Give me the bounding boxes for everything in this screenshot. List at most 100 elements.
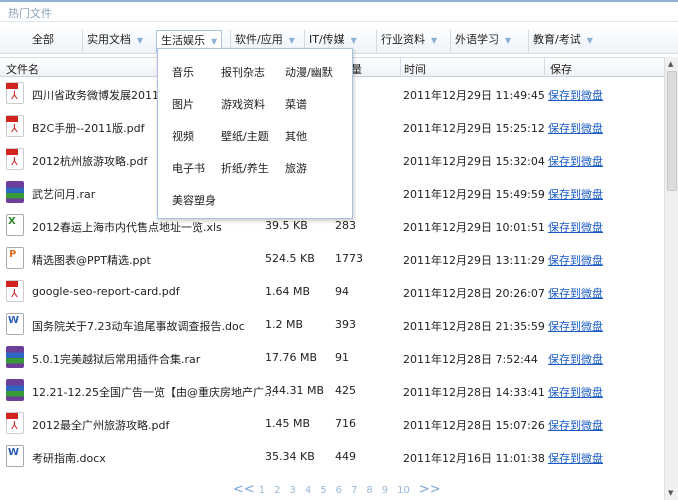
dropdown-item[interactable]: 动漫/幽默: [285, 64, 333, 80]
file-name[interactable]: 5.0.1完美越狱后常用插件合集.rar: [32, 351, 200, 367]
page-link[interactable]: 8: [366, 485, 372, 496]
save-to-weipan-link[interactable]: 保存到微盘: [548, 450, 603, 466]
save-to-weipan-link[interactable]: 保存到微盘: [548, 384, 603, 400]
file-name[interactable]: 2012最全广州旅游攻略.pdf: [32, 417, 169, 433]
panel-title: 热门文件: [0, 0, 678, 22]
page-link[interactable]: 2: [274, 485, 280, 496]
page-link[interactable]: 1: [259, 485, 265, 496]
page-link[interactable]: 4: [305, 485, 311, 496]
save-to-weipan-link[interactable]: 保存到微盘: [548, 120, 603, 136]
save-to-weipan-link[interactable]: 保存到微盘: [548, 219, 603, 235]
rar-file-icon: [6, 346, 24, 368]
file-name[interactable]: B2C手册--2011版.pdf: [32, 120, 145, 136]
header-time[interactable]: 时间: [404, 61, 426, 77]
save-to-weipan-link[interactable]: 保存到微盘: [548, 351, 603, 367]
file-name[interactable]: google-seo-report-card.pdf: [32, 285, 180, 298]
page-link[interactable]: 6: [336, 485, 342, 496]
save-to-weipan-link[interactable]: 保存到微盘: [548, 252, 603, 268]
upload-time: 2011年12月29日 15:49:59: [403, 188, 545, 201]
dropdown-item[interactable]: 美容塑身: [172, 192, 216, 208]
table-row[interactable]: 考研指南.docx 35.34 KB 449 2011年12月16日 11:01…: [0, 440, 664, 473]
divider: [544, 58, 545, 77]
category-tab[interactable]: 行业资料 ▼: [376, 30, 441, 52]
save-to-weipan-link[interactable]: 保存到微盘: [548, 186, 603, 202]
category-tab[interactable]: 外语学习 ▼: [450, 30, 515, 52]
file-size: 1.2 MB: [265, 318, 304, 331]
file-name[interactable]: 2012春运上海市内代售点地址一览.xls: [32, 219, 222, 235]
doc-file-icon: [6, 313, 24, 335]
save-to-weipan-link[interactable]: 保存到微盘: [548, 87, 603, 103]
file-name[interactable]: 武艺问月.rar: [32, 186, 95, 202]
file-name[interactable]: 国务院关于7.23动车追尾事故调查报告.doc: [32, 318, 245, 334]
download-count: 94: [335, 285, 349, 298]
scroll-up-icon[interactable]: ▲: [668, 60, 673, 68]
pagination: << 1 2 3 4 5 6 7 8 9 10 >>: [233, 482, 445, 497]
file-name[interactable]: 精选图表@PPT精选.ppt: [32, 252, 151, 268]
table-row[interactable]: 2012最全广州旅游攻略.pdf 1.45 MB 716 2011年12月28日…: [0, 407, 664, 440]
page-link[interactable]: 7: [351, 485, 357, 496]
table-row[interactable]: 12.21-12.25全国广告一览【由@重庆房地产广… 344.31 MB 42…: [0, 374, 664, 407]
category-label: IT/传媒: [309, 33, 345, 46]
category-label: 外语学习: [455, 33, 499, 46]
header-filename[interactable]: 文件名: [6, 61, 39, 77]
download-count: 425: [335, 384, 356, 397]
scrollbar[interactable]: ▲ ▼: [664, 57, 678, 500]
category-label: 行业资料: [381, 33, 425, 46]
prev-page-button[interactable]: <<: [233, 482, 255, 497]
chevron-down-icon: ▼: [586, 36, 593, 45]
table-row[interactable]: 5.0.1完美越狱后常用插件合集.rar 17.76 MB 91 2011年12…: [0, 341, 664, 374]
dropdown-item[interactable]: 菜谱: [285, 96, 307, 112]
category-label: 实用文档: [87, 33, 131, 46]
chevron-down-icon: ▼: [211, 37, 218, 46]
file-size: 17.76 MB: [265, 351, 318, 364]
category-label: 软件/应用: [235, 33, 283, 46]
page-link[interactable]: 10: [397, 485, 410, 496]
category-tab[interactable]: 教育/考试 ▼: [528, 30, 597, 52]
page-link[interactable]: 5: [320, 485, 326, 496]
table-row[interactable]: 国务院关于7.23动车追尾事故调查报告.doc 1.2 MB 393 2011年…: [0, 308, 664, 341]
file-size: 344.31 MB: [265, 384, 325, 397]
page-link[interactable]: 3: [290, 485, 296, 496]
category-label: 生活娱乐: [161, 34, 205, 47]
chevron-down-icon: ▼: [288, 36, 295, 45]
file-size: 35.34 KB: [265, 450, 315, 463]
dropdown-item[interactable]: 音乐: [172, 64, 194, 80]
pdf-file-icon: [6, 280, 24, 302]
dropdown-item[interactable]: 报刊杂志: [221, 64, 265, 80]
next-page-button[interactable]: >>: [419, 482, 441, 497]
category-tab[interactable]: 全部: [20, 30, 66, 52]
scroll-down-icon[interactable]: ▼: [668, 489, 673, 497]
save-to-weipan-link[interactable]: 保存到微盘: [548, 285, 603, 301]
table-row[interactable]: google-seo-report-card.pdf 1.64 MB 94 20…: [0, 275, 664, 308]
dropdown-item[interactable]: 折纸/养生: [221, 160, 269, 176]
upload-time: 2011年12月28日 20:26:07: [403, 287, 545, 300]
dropdown-item[interactable]: 旅游: [285, 160, 307, 176]
rar-file-icon: [6, 379, 24, 401]
file-name[interactable]: 考研指南.docx: [32, 450, 106, 466]
page-link[interactable]: 9: [382, 485, 388, 496]
upload-time: 2011年12月28日 15:07:26: [403, 419, 545, 432]
save-to-weipan-link[interactable]: 保存到微盘: [548, 318, 603, 334]
dropdown-item[interactable]: 游戏资料: [221, 96, 265, 112]
chevron-down-icon: ▼: [137, 36, 144, 45]
save-to-weipan-link[interactable]: 保存到微盘: [548, 417, 603, 433]
dropdown-item[interactable]: 视频: [172, 128, 194, 144]
file-size: 1.45 MB: [265, 417, 311, 430]
dropdown-item[interactable]: 电子书: [172, 160, 205, 176]
dropdown-item[interactable]: 壁纸/主题: [221, 128, 269, 144]
dropdown-item[interactable]: 其他: [285, 128, 307, 144]
xls-file-icon: [6, 214, 24, 236]
download-count: 716: [335, 417, 356, 430]
category-dropdown-menu: 音乐 报刊杂志 动漫/幽默图片 游戏资料 菜谱视频 壁纸/主题 其他电子书 折纸/养生 旅游美容…: [157, 48, 353, 219]
download-count: 1773: [335, 252, 363, 265]
file-name[interactable]: 四川省政务微博发展2011年: [32, 87, 170, 103]
save-to-weipan-link[interactable]: 保存到微盘: [548, 153, 603, 169]
file-size: 524.5 KB: [265, 252, 315, 265]
table-row[interactable]: 精选图表@PPT精选.ppt 524.5 KB 1773 2011年12月29日…: [0, 242, 664, 275]
scrollbar-thumb[interactable]: [667, 71, 677, 191]
category-tab[interactable]: 实用文档 ▼: [82, 30, 147, 52]
header-save[interactable]: 保存: [550, 61, 572, 77]
file-name[interactable]: 2012杭州旅游攻略.pdf: [32, 153, 147, 169]
dropdown-item[interactable]: 图片: [172, 96, 194, 112]
file-name[interactable]: 12.21-12.25全国广告一览【由@重庆房地产广…: [32, 384, 275, 400]
